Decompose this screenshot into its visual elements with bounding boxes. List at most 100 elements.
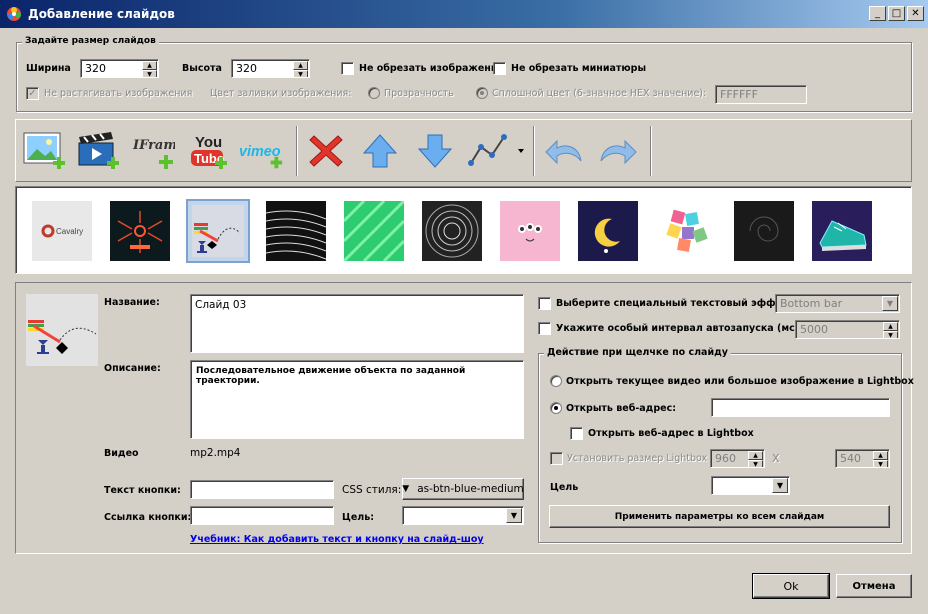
toolbar: IFrame You Tube vimeo [15, 119, 912, 182]
add-vimeo-icon: vimeo [239, 144, 283, 169]
undo-button[interactable] [540, 128, 588, 174]
lightbox-size-label: Установить размер Lightbox [567, 453, 708, 464]
add-youtube-button[interactable]: You Tube [182, 128, 230, 174]
arrow-down-icon [417, 134, 453, 168]
redo-button[interactable] [594, 128, 642, 174]
button-link-input[interactable] [190, 506, 334, 525]
app-icon [7, 7, 21, 21]
chevron-down-icon[interactable]: ▼ [506, 508, 522, 523]
no-crop-images-checkbox[interactable] [341, 62, 354, 75]
css-style-button[interactable]: ▼ as-btn-blue-medium [402, 478, 524, 500]
text-effect-select[interactable]: Bottom bar ▼ [775, 294, 900, 313]
slide-image [594, 218, 620, 253]
button-text-label: Текст кнопки: [104, 485, 181, 496]
autoplay-spinner[interactable]: ▲ ▼ [883, 322, 898, 338]
slide-image [666, 209, 708, 252]
no-crop-thumbs-checkbox[interactable] [493, 62, 506, 75]
iframe-text: IFrame [132, 138, 175, 153]
window-controls: _ □ ✕ [869, 6, 924, 21]
cavalry-text: Cavalry [56, 227, 83, 236]
no-crop-thumbs-label: Не обрезать миниатюры [511, 63, 647, 74]
width-value: 320 [85, 62, 106, 75]
video-value: mp2.mp4 [190, 447, 241, 459]
no-stretch-checkbox[interactable]: ✓ [26, 87, 39, 100]
hex-color-input[interactable]: FFFFFF [715, 85, 807, 104]
height-label: Высота [182, 63, 222, 74]
title-bar: Добавление слайдов [0, 0, 928, 28]
slide-image [265, 210, 327, 260]
autoplay-value: 5000 [800, 323, 828, 336]
add-iframe-button[interactable]: IFrame [128, 128, 176, 174]
slide-thumbnail[interactable] [342, 199, 406, 263]
add-vimeo-button[interactable]: vimeo [238, 128, 286, 174]
add-video-button[interactable] [74, 128, 122, 174]
minimize-icon[interactable]: _ [869, 6, 886, 21]
width-input[interactable]: 320 ▲ ▼ [80, 59, 159, 78]
slide-thumbnail[interactable] [734, 201, 794, 261]
cavalry-logo: Cavalry [41, 224, 83, 238]
slide-thumbnail-list[interactable]: Cavalry [15, 186, 912, 274]
button-text-input[interactable] [190, 480, 334, 499]
slide-thumbnail[interactable] [812, 201, 872, 261]
autoplay-input[interactable]: 5000 ▲ ▼ [795, 320, 900, 339]
slide-thumbnail[interactable] [110, 201, 170, 261]
add-image-button[interactable] [20, 128, 68, 174]
name-input[interactable]: Слайд 03 [190, 294, 524, 353]
open-lightbox-label: Открыть текущее видео или большое изобра… [566, 376, 914, 387]
slide-thumbnail[interactable] [265, 201, 327, 261]
css-style-value: as-btn-blue-medium [417, 483, 524, 495]
transparency-radio[interactable] [368, 87, 380, 99]
lightbox-width-spinner[interactable]: ▲ ▼ [748, 451, 763, 467]
slide-thumbnail[interactable] [500, 201, 560, 261]
slide-preview [26, 294, 98, 366]
open-url-lightbox-checkbox[interactable] [570, 427, 583, 440]
slide-thumbnail[interactable] [578, 201, 638, 261]
delete-button[interactable] [302, 128, 350, 174]
height-spinner[interactable]: ▲ ▼ [293, 61, 308, 77]
add-iframe-icon: IFrame [132, 138, 175, 169]
link-target-select[interactable]: ▼ [711, 476, 790, 495]
height-input[interactable]: 320 ▲ ▼ [231, 59, 310, 78]
slide-preview-image [28, 320, 97, 354]
slide-thumbnail[interactable] [656, 201, 716, 261]
hex-value: FFFFFF [720, 88, 758, 101]
lightbox-height-spinner[interactable]: ▲ ▼ [873, 451, 888, 467]
move-down-button[interactable] [411, 128, 459, 174]
dropdown-triangle-icon: ▼ [402, 484, 410, 494]
slide-image [342, 199, 406, 263]
lightbox-size-checkbox[interactable] [550, 452, 563, 465]
autoplay-checkbox[interactable] [538, 322, 551, 335]
cancel-button[interactable]: Отмена [836, 574, 912, 598]
arrow-up-icon [362, 134, 398, 168]
tutorial-link[interactable]: Учебник: Как добавить текст и кнопку на … [190, 534, 484, 545]
solid-color-radio[interactable] [476, 87, 488, 99]
motion-path-button[interactable] [466, 128, 526, 174]
slide-image [518, 223, 542, 242]
open-lightbox-radio[interactable] [550, 375, 562, 387]
description-input[interactable]: Последовательное движение объекта по зад… [190, 360, 524, 439]
click-action-legend: Действие при щелчке по слайду [544, 347, 731, 358]
text-effect-checkbox[interactable] [538, 297, 551, 310]
transparency-label: Прозрачность [384, 88, 454, 99]
slide-thumbnail-selected[interactable] [186, 199, 250, 263]
slide-thumbnail[interactable]: Cavalry [32, 201, 92, 261]
lightbox-width-input[interactable]: 960 ▲ ▼ [710, 449, 765, 468]
width-spinner[interactable]: ▲ ▼ [142, 61, 157, 77]
chevron-down-icon[interactable]: ▼ [882, 296, 898, 311]
maximize-icon[interactable]: □ [888, 6, 905, 21]
open-url-radio[interactable] [550, 402, 562, 414]
target-select[interactable]: ▼ [402, 506, 524, 525]
slide-image [192, 205, 244, 257]
ok-button[interactable]: Ok [752, 573, 830, 599]
url-input[interactable] [711, 398, 890, 417]
redo-icon [600, 139, 637, 165]
open-url-lightbox-label: Открыть веб-адрес в Lightbox [588, 428, 754, 439]
chevron-down-icon[interactable]: ▼ [772, 478, 788, 493]
text-effect-label: Выберите специальный текстовый эффект [556, 298, 794, 309]
lightbox-height-input[interactable]: 540 ▲ ▼ [835, 449, 890, 468]
close-icon[interactable]: ✕ [907, 6, 924, 21]
apply-all-button[interactable]: Применить параметры ко всем слайдам [549, 505, 890, 528]
move-up-button[interactable] [356, 128, 404, 174]
no-crop-images-label: Не обрезать изображения [359, 63, 504, 74]
slide-thumbnail[interactable] [422, 201, 482, 261]
